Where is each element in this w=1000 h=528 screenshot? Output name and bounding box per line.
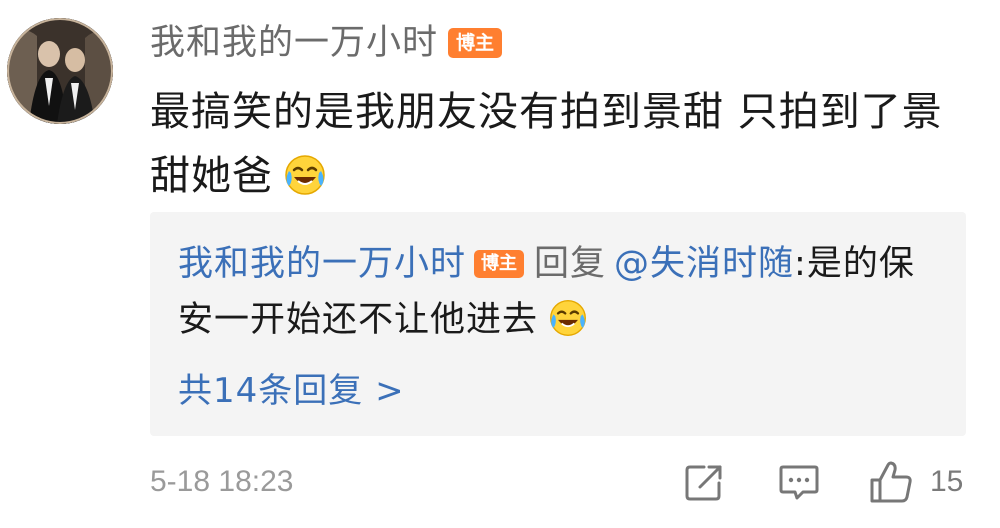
comment-icon [779,465,819,500]
blogger-badge: 博主 [448,28,503,58]
like-count: 15 [930,465,964,498]
avatar-image [7,18,113,124]
avatar[interactable] [7,18,113,124]
comment-footer: 5-18 18:23 15 [150,458,980,506]
reply-blogger-badge: 博主 [474,250,525,278]
comment-button[interactable] [778,460,820,504]
mention-link[interactable]: @失消时随 [614,244,794,284]
reply-author-name[interactable]: 我和我的一万小时 [178,244,466,284]
reply-verb: 回复 [534,244,607,284]
laughing-crying-face-icon [283,152,327,196]
timestamp: 5-18 18:23 [150,465,294,498]
comment-text: 最搞笑的是我朋友没有拍到景甜 只拍到了景甜她爸 [150,80,980,208]
author-row: 我和我的一万小时 博主 [150,20,503,66]
view-all-replies-link[interactable]: 共14条回复 > [178,368,405,414]
share-icon [685,465,722,501]
reply-preview: 我和我的一万小时 博主 回复 @失消时随:是的保安一开始还不让他进去 [178,236,948,348]
comment-card: 我和我的一万小时 博主 最搞笑的是我朋友没有拍到景甜 只拍到了景甜她爸 我和我的… [0,0,1000,528]
reply-box[interactable]: 我和我的一万小时 博主 回复 @失消时随:是的保安一开始还不让他进去 共14条回复 > [150,212,966,436]
share-button[interactable] [684,460,726,504]
comment-body: 最搞笑的是我朋友没有拍到景甜 只拍到了景甜她爸 [150,89,943,199]
like-button[interactable]: 15 [868,460,963,504]
laughing-crying-face-icon [548,298,588,338]
thumbs-up-icon [870,461,912,503]
author-name[interactable]: 我和我的一万小时 [150,20,438,66]
